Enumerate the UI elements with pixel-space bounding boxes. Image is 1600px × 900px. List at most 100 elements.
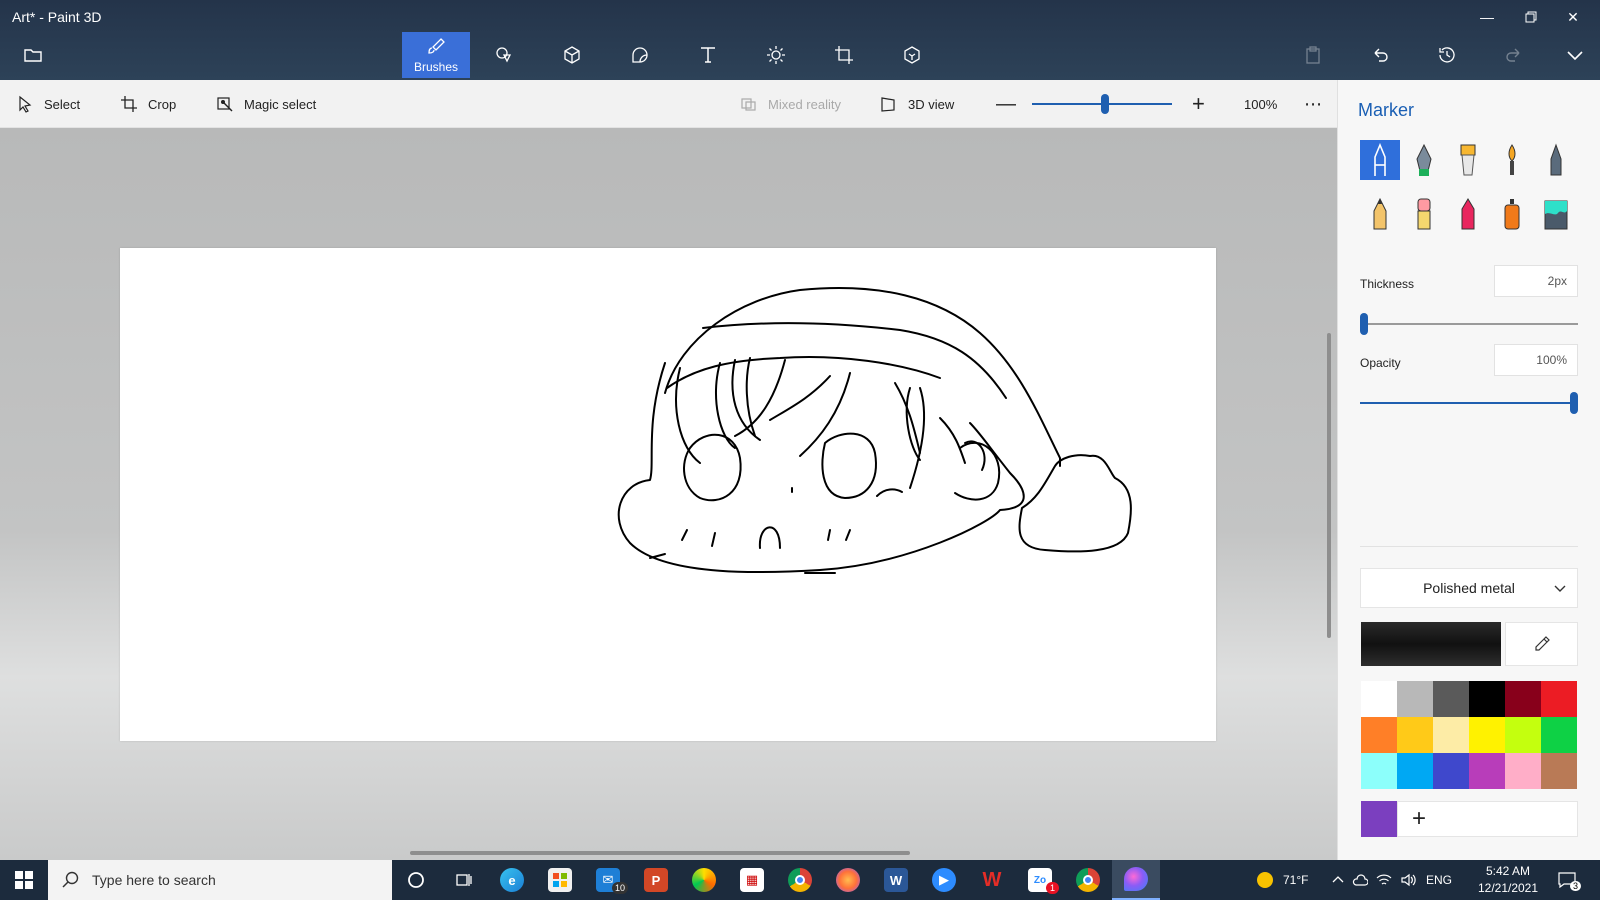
zoom-slider-thumb[interactable] [1101,94,1109,114]
taskbar-search[interactable]: Type here to search [48,860,392,900]
eraser-brush[interactable] [1404,194,1444,234]
opacity-slider-thumb[interactable] [1570,392,1578,414]
taskbar-store[interactable] [536,860,584,900]
thickness-slider-thumb[interactable] [1360,313,1368,335]
clock-date[interactable]: 12/21/2021 [1468,881,1548,895]
zoom-out-button[interactable]: — [996,80,1016,128]
crayon-brush[interactable] [1448,194,1488,234]
horizontal-scrollbar[interactable] [410,851,910,855]
taskbar-app-photos[interactable]: ▦ [728,860,776,900]
watercolor-brush[interactable] [1492,140,1532,180]
palette-swatch[interactable] [1469,681,1505,717]
magic-select-tool[interactable]: Magic select [216,80,316,128]
menu-button[interactable] [10,32,56,78]
taskbar-powerpoint[interactable]: P [632,860,680,900]
3d-view-button[interactable]: 3D view [880,80,954,128]
clock-time[interactable]: 5:42 AM [1468,864,1548,878]
palette-swatch[interactable] [1433,717,1469,753]
tab-2d-shapes[interactable] [481,32,527,78]
vertical-scrollbar[interactable] [1327,333,1331,638]
tab-3d-library[interactable] [889,32,935,78]
thickness-slider[interactable] [1360,313,1578,335]
expand-button[interactable] [1552,32,1598,78]
opacity-input[interactable]: 100% [1494,344,1578,376]
palette-swatch[interactable] [1541,681,1577,717]
more-options-button[interactable]: ⋯ [1304,80,1322,128]
weather-widget[interactable]: 71°F [1257,860,1308,900]
minimize-button[interactable]: — [1474,6,1500,28]
tab-effects[interactable] [753,32,799,78]
eyedropper-button[interactable] [1505,622,1578,666]
undo-button[interactable] [1357,32,1403,78]
zoom-in-button[interactable]: + [1192,80,1205,128]
thickness-input[interactable]: 2px [1494,265,1578,297]
current-color-swatch[interactable] [1361,622,1501,666]
palette-swatch[interactable] [1397,717,1433,753]
select-label: Select [44,96,81,112]
palette-swatch[interactable] [1361,681,1397,717]
custom-color-swatch[interactable] [1361,801,1397,837]
palette-swatch[interactable] [1541,753,1577,789]
notification-center[interactable]: 3 [1558,860,1582,900]
tab-stickers[interactable] [617,32,663,78]
opacity-slider[interactable] [1360,392,1578,414]
add-color-button[interactable]: + [1397,801,1578,837]
tray-language[interactable]: ENG [1426,860,1452,900]
paste-button[interactable] [1290,32,1336,78]
spray-can-brush[interactable] [1492,194,1532,234]
drawing-canvas[interactable] [120,248,1216,741]
palette-swatch[interactable] [1397,681,1433,717]
edge-icon: e [500,868,524,892]
taskbar-app-c[interactable] [680,860,728,900]
calligraphy-pen-brush[interactable] [1404,140,1444,180]
palette-swatch[interactable] [1361,753,1397,789]
oil-brush-brush[interactable] [1448,140,1488,180]
finish-dropdown[interactable]: Polished metal [1360,568,1578,608]
palette-swatch[interactable] [1433,753,1469,789]
tab-canvas[interactable] [821,32,867,78]
palette-swatch[interactable] [1361,717,1397,753]
restore-button[interactable] [1518,6,1544,28]
palette-swatch[interactable] [1541,717,1577,753]
palette-swatch[interactable] [1469,753,1505,789]
palette-swatch[interactable] [1505,681,1541,717]
taskbar-word[interactable]: W [872,860,920,900]
taskbar-zoom-video[interactable]: ▶ [920,860,968,900]
tab-text[interactable] [685,32,731,78]
tab-3d-shapes[interactable] [549,32,595,78]
tray-cloud[interactable] [1352,860,1368,900]
fill-brush[interactable] [1536,194,1576,234]
tray-volume[interactable] [1400,860,1416,900]
start-button[interactable] [0,860,48,900]
taskbar-zoom[interactable]: Zo 1 [1016,860,1064,900]
tray-wifi[interactable] [1376,860,1392,900]
taskbar-chrome-2[interactable] [1064,860,1112,900]
pencil-brush[interactable] [1360,194,1400,234]
tray-chevron[interactable] [1332,860,1344,900]
zoom-slider[interactable] [1032,94,1172,114]
opacity-slider-fill [1360,402,1578,404]
task-view-button[interactable] [440,860,488,900]
pixel-pen-brush[interactable] [1536,140,1576,180]
palette-swatch[interactable] [1505,717,1541,753]
cortana-button[interactable] [392,860,440,900]
mixed-reality-button[interactable]: Mixed reality [740,80,841,128]
marker-brush[interactable] [1360,140,1400,180]
taskbar-paint3d[interactable] [1112,860,1160,900]
history-button[interactable] [1424,32,1470,78]
redo-button[interactable] [1491,32,1537,78]
taskbar-mail[interactable]: ✉ 10 [584,860,632,900]
taskbar-firefox[interactable] [824,860,872,900]
taskbar-chrome[interactable] [776,860,824,900]
palette-swatch[interactable] [1505,753,1541,789]
select-tool[interactable]: Select [16,80,80,128]
close-button[interactable]: ✕ [1560,6,1586,28]
taskbar-edge[interactable]: e [488,860,536,900]
paste-icon [1306,46,1320,64]
palette-swatch[interactable] [1469,717,1505,753]
tab-brushes[interactable]: Brushes [402,32,470,78]
crop-tool[interactable]: Crop [120,80,176,128]
taskbar-wps[interactable]: W [968,860,1016,900]
palette-swatch[interactable] [1433,681,1469,717]
palette-swatch[interactable] [1397,753,1433,789]
